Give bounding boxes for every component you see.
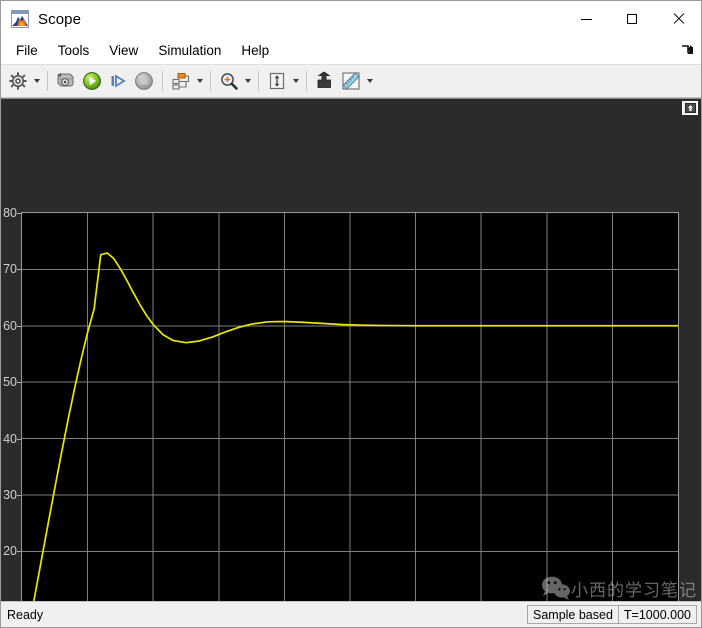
undock-button[interactable] <box>682 101 698 115</box>
menu-tools[interactable]: Tools <box>49 39 99 62</box>
maximize-button[interactable] <box>609 1 655 37</box>
window-title: Scope <box>38 10 82 28</box>
toolbar-separator <box>47 71 48 91</box>
toolbar-separator <box>258 71 259 91</box>
toolbar-separator <box>306 71 307 91</box>
menu-file[interactable]: File <box>7 39 47 62</box>
status-time: T=1000.000 <box>617 605 697 624</box>
autoscale-caret[interactable] <box>290 70 301 92</box>
status-right-group: Sample based T=1000.000 <box>527 605 697 624</box>
menu-help[interactable]: Help <box>232 39 278 62</box>
toolbar-separator <box>162 71 163 91</box>
signal-selection-button[interactable] <box>168 68 194 94</box>
stop-button[interactable] <box>131 68 157 94</box>
configuration-properties-button[interactable] <box>5 68 31 94</box>
close-icon <box>672 13 684 25</box>
minimize-icon <box>580 18 592 20</box>
minimize-button[interactable] <box>563 1 609 37</box>
undock-arrow-icon <box>684 103 696 113</box>
measurements-caret[interactable] <box>364 70 375 92</box>
menu-expand-arrow-icon[interactable] <box>680 43 694 57</box>
maximize-icon <box>627 14 637 24</box>
status-ready-text: Ready <box>7 607 44 622</box>
play-icon <box>83 72 101 90</box>
zoom-in-icon <box>221 73 238 90</box>
menu-view[interactable]: View <box>100 39 147 62</box>
autoscale-icon <box>269 72 285 90</box>
status-bar: Ready Sample based T=1000.000 <box>1 601 701 627</box>
menu-simulation[interactable]: Simulation <box>149 39 230 62</box>
step-forward-button[interactable] <box>105 68 131 94</box>
step-forward-icon <box>111 74 126 88</box>
measurements-button[interactable] <box>338 68 364 94</box>
x-axis-labels: 01002003004005006007008009001000 <box>1 99 701 601</box>
zoom-in-caret[interactable] <box>242 70 253 92</box>
signal-blocks-icon <box>172 73 190 90</box>
status-sample-mode: Sample based <box>527 605 618 624</box>
style-button[interactable] <box>312 68 338 94</box>
toolbar <box>1 65 701 98</box>
window-controls <box>563 1 701 37</box>
menu-bar: File Tools View Simulation Help <box>1 37 701 65</box>
configuration-properties-caret[interactable] <box>31 70 42 92</box>
scope-window: Scope File Tools View Simulation Help 20… <box>0 0 702 628</box>
title-bar: Scope <box>1 1 701 37</box>
toolbar-separator <box>210 71 211 91</box>
run-button[interactable] <box>79 68 105 94</box>
scope-plot-area: 01020304050607080 0100200300400500600700… <box>1 98 701 601</box>
stop-icon <box>135 72 153 90</box>
print-icon <box>57 73 74 87</box>
close-button[interactable] <box>655 1 701 37</box>
matlab-membrane-icon <box>11 10 29 28</box>
ruler-icon <box>342 72 360 90</box>
style-arrow-icon <box>317 71 331 88</box>
signal-selection-caret[interactable] <box>194 70 205 92</box>
print-button[interactable] <box>53 68 79 94</box>
zoom-in-button[interactable] <box>216 68 242 94</box>
gear-icon <box>9 72 27 90</box>
autoscale-button[interactable] <box>264 68 290 94</box>
